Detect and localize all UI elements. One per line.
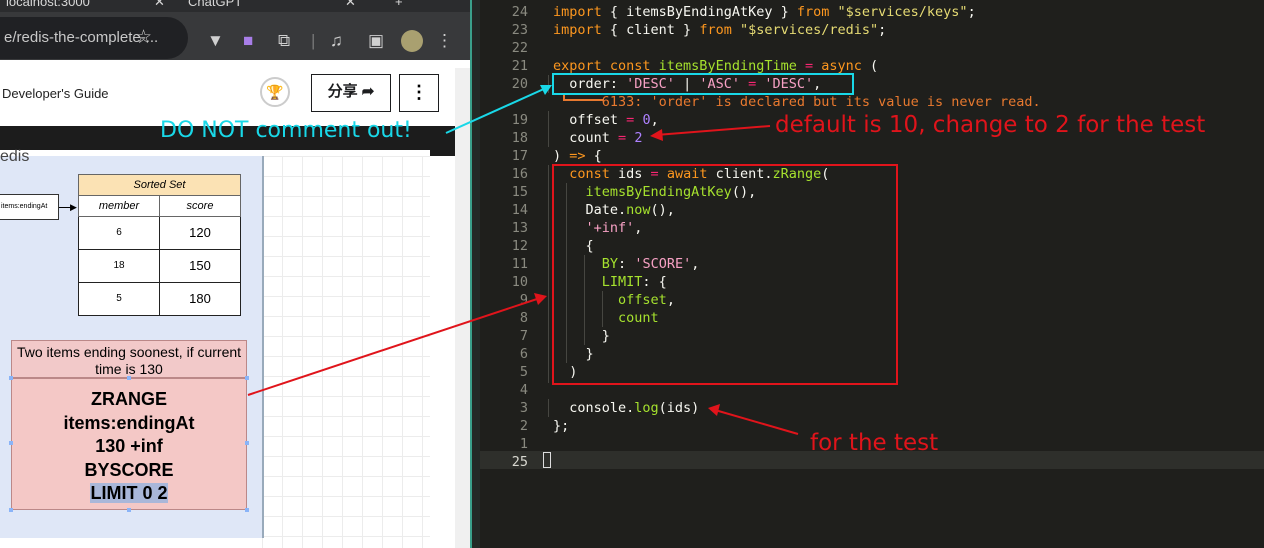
red-arrow-count-head xyxy=(650,129,663,141)
annotation-arrows xyxy=(247,85,799,435)
red-arrow-log xyxy=(714,409,799,435)
red-arrow-log-head xyxy=(708,404,720,416)
red-arrow-zrange xyxy=(247,297,541,396)
red-arrow-count xyxy=(655,125,771,136)
cyan-arrow xyxy=(445,87,547,134)
